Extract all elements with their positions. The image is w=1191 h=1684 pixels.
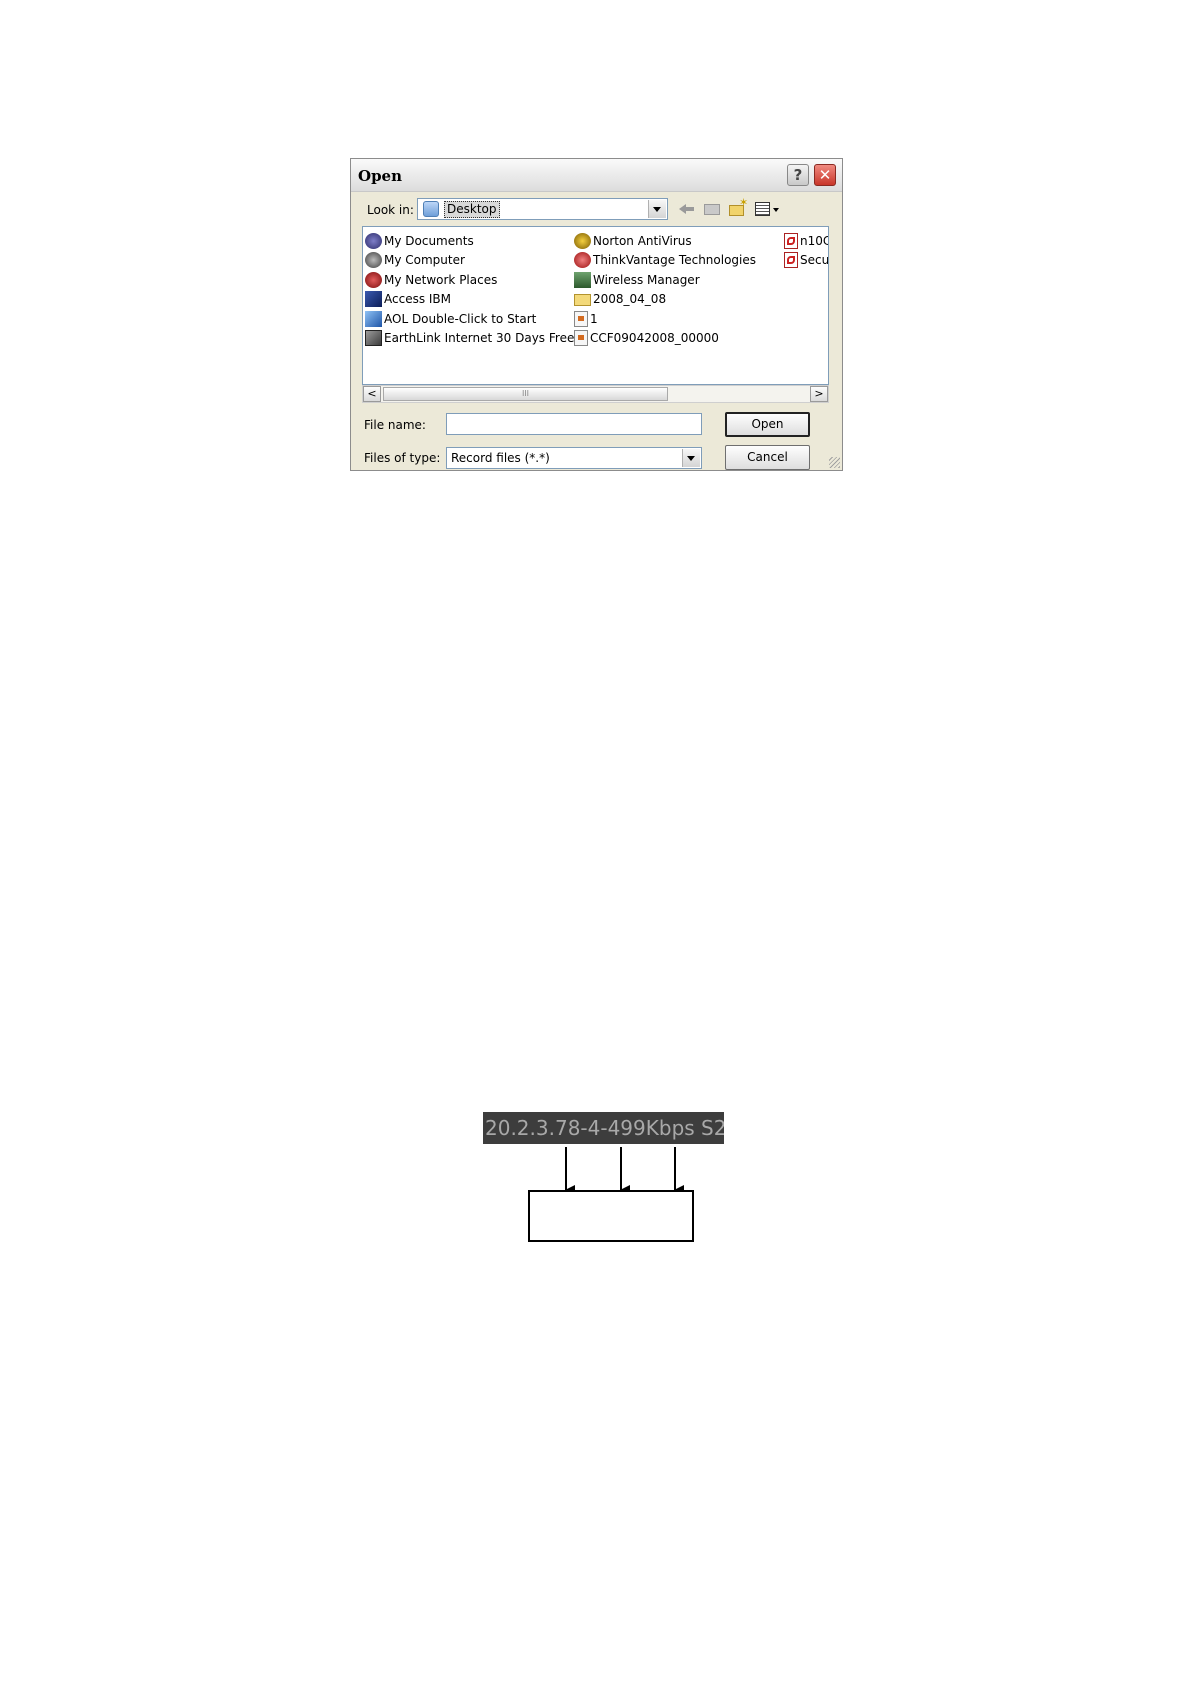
annotation-box [528, 1190, 694, 1242]
arrow-diagram [565, 1147, 684, 1195]
